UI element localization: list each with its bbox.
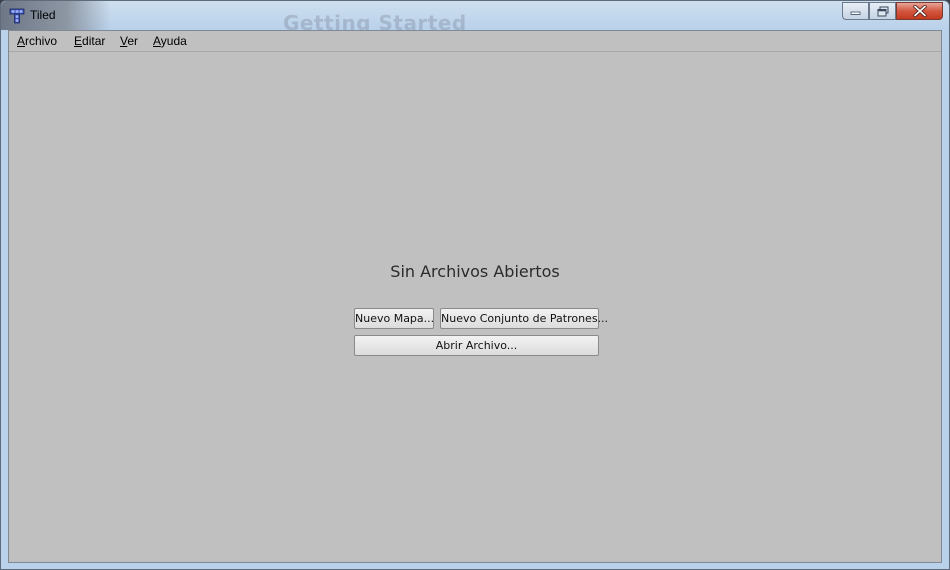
- tiled-app-icon[interactable]: [9, 8, 25, 24]
- title-bar[interactable]: Getting Started Tiled: [1, 1, 949, 35]
- new-tileset-button[interactable]: Nuevo Conjunto de Patrones...: [440, 308, 608, 329]
- app-window: Getting Started Tiled Archivo Editar Ver…: [0, 0, 950, 570]
- maximize-icon: [877, 6, 888, 16]
- menu-editar[interactable]: Editar: [74, 34, 105, 48]
- menu-archivo-label: rchivo: [25, 34, 58, 48]
- menu-editar-mnemonic: E: [74, 34, 83, 48]
- menu-bar: Archivo Editar Ver Ayuda: [9, 31, 941, 52]
- maximize-button[interactable]: [869, 2, 896, 20]
- main-client-area: Archivo Editar Ver Ayuda Sin Archivos Ab…: [8, 30, 942, 563]
- menu-archivo-mnemonic: A: [17, 34, 26, 48]
- open-file-button[interactable]: Abrir Archivo...: [354, 335, 599, 356]
- no-files-open-heading: Sin Archivos Abiertos: [390, 262, 560, 281]
- menu-ayuda[interactable]: Ayuda: [153, 34, 187, 48]
- close-button[interactable]: [896, 2, 943, 20]
- minimize-button[interactable]: [842, 2, 869, 20]
- menu-ayuda-mnemonic: A: [153, 34, 161, 48]
- menu-ayuda-label: yuda: [160, 34, 187, 48]
- window-title: Tiled: [30, 8, 56, 22]
- new-map-button[interactable]: Nuevo Mapa...: [354, 308, 434, 329]
- menu-archivo[interactable]: Archivo: [17, 34, 57, 48]
- minimize-icon: [850, 11, 861, 15]
- close-icon: [912, 5, 927, 17]
- menu-ver[interactable]: Ver: [120, 34, 138, 48]
- menu-editar-label: ditar: [82, 34, 106, 48]
- menu-ver-label: er: [127, 34, 139, 48]
